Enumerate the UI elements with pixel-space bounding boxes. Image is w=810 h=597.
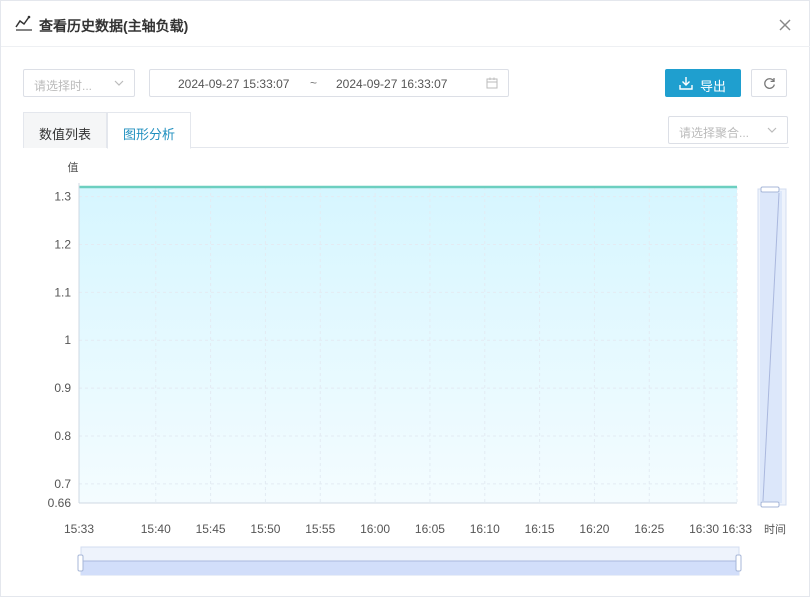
dialog-title: 查看历史数据(主轴负载) [39,18,189,34]
close-icon[interactable] [777,17,793,33]
x-tick-label: 15:40 [141,522,171,536]
x-tick-label: 16:30 [689,522,719,536]
x-tick-label: 15:45 [196,522,226,536]
date-range-picker[interactable]: 2024-09-27 15:33:07 ~ 2024-09-27 16:33:0… [149,69,509,97]
x-axis-title: 时间 [764,523,786,536]
chevron-down-icon [114,80,124,86]
x-zoom-handle-right[interactable] [735,554,742,572]
y-tick-label: 1 [64,333,71,347]
y-tick-label: 1.3 [54,190,71,204]
y-zoom-handle-top[interactable] [760,186,780,193]
x-tick-label: 16:20 [579,522,609,536]
time-range-select[interactable]: 请选择时... [23,69,135,97]
date-separator: ~ [310,76,318,90]
y-zoom-handle-bottom[interactable] [760,501,780,508]
download-icon [679,77,693,90]
y-axis-title: 值 [68,161,79,174]
line-chart-icon [15,15,32,31]
x-tick-label: 15:50 [250,522,280,536]
export-button[interactable]: 导出 [665,69,741,97]
date-start-input[interactable]: 2024-09-27 15:33:07 [178,77,289,91]
date-end-input[interactable]: 2024-09-27 16:33:07 [336,77,447,91]
y-tick-label: 0.7 [54,477,71,491]
y-tick-label: 0.8 [54,429,71,443]
chevron-down-icon [767,127,777,133]
aggregation-select[interactable]: 请选择聚合... [668,116,788,144]
chart-container: 0.66 0.7 0.8 0.9 1 1.1 1.2 1.3 值 15:33 15:40 15:45 1… [1,151,810,597]
y-tick-label: 1.1 [54,285,71,299]
x-tick-label: 16:25 [634,522,664,536]
aggregation-placeholder: 请选择聚合... [679,126,750,140]
refresh-button[interactable] [751,69,787,97]
x-zoom-handle-left[interactable] [77,554,84,572]
export-label: 导出 [700,79,727,94]
x-tick-label: 15:55 [305,522,335,536]
time-range-placeholder: 请选择时... [34,79,93,93]
tab-graph-analysis[interactable]: 图形分析 [107,112,191,149]
x-tick-label: 16:00 [360,522,390,536]
tab-value-list[interactable]: 数值列表 [23,112,107,148]
x-tick-label: 16:10 [470,522,500,536]
x-tick-label: 16:15 [525,522,555,536]
history-line-chart: 0.66 0.7 0.8 0.9 1 1.1 1.2 1.3 值 15:33 15:40 15:45 1… [48,161,787,576]
history-data-dialog: 查看历史数据(主轴负载) 请选择时... 2024-09-27 15:33:07… [0,0,810,597]
x-tick-label: 16:33 [722,522,752,536]
calendar-icon [486,77,498,89]
refresh-icon [764,78,775,89]
x-zoom-selection[interactable] [81,561,739,575]
series-area [79,187,737,503]
y-tick-label: 1.2 [54,237,71,251]
y-tick-label: 0.66 [48,496,72,510]
y-tick-label: 0.9 [54,381,71,395]
x-tick-label: 16:05 [415,522,445,536]
x-tick-label: 15:33 [64,522,94,536]
dialog-header: 查看历史数据(主轴负载) [1,1,810,47]
